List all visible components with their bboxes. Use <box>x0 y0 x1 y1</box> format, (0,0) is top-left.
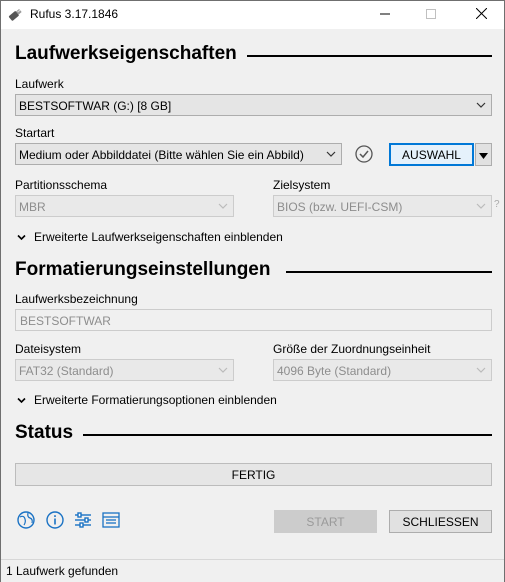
usb-drive-icon <box>7 7 23 23</box>
globe-icon[interactable] <box>16 510 36 530</box>
cluster-size-label: Größe der Zuordnungseinheit <box>273 342 431 356</box>
advanced-format-toggle[interactable]: Erweiterte Formatierungsoptionen einblen… <box>17 393 277 407</box>
minimize-button[interactable] <box>362 1 408 29</box>
info-icon[interactable] <box>45 510 65 530</box>
select-image-button[interactable]: AUSWAHL <box>389 143 474 166</box>
section-divider <box>241 55 492 57</box>
boot-selection-select[interactable]: Medium oder Abbilddatei (Bitte wählen Si… <box>15 143 342 165</box>
caret-down-icon <box>479 148 488 162</box>
chevron-down-icon <box>475 98 487 112</box>
maximize-button[interactable] <box>408 1 454 29</box>
close-button[interactable]: SCHLIESSEN <box>389 510 492 533</box>
target-system-value: BIOS (bzw. UEFI-CSM) <box>277 200 403 214</box>
advanced-drive-toggle[interactable]: Erweiterte Laufwerkseigenschaften einble… <box>17 230 283 244</box>
advanced-drive-label: Erweiterte Laufwerkseigenschaften einble… <box>34 230 283 244</box>
boot-selection-value: Medium oder Abbilddatei (Bitte wählen Si… <box>19 148 304 162</box>
filesystem-value: FAT32 (Standard) <box>19 364 114 378</box>
select-dropdown-button[interactable] <box>475 143 492 166</box>
boot-selection-label: Startart <box>15 126 55 140</box>
filesystem-label: Dateisystem <box>15 342 82 356</box>
volume-label-value: BESTSOFTWAR <box>20 314 111 328</box>
chevron-down-icon <box>17 234 26 240</box>
section-divider <box>286 271 492 273</box>
chevron-down-icon <box>475 363 487 377</box>
minimize-icon <box>380 8 390 22</box>
partition-scheme-label: Partitionsschema <box>15 178 108 192</box>
rufus-window: Rufus 3.17.1846 Laufwerkseigenschaften L… <box>0 0 505 582</box>
chevron-down-icon <box>325 147 337 161</box>
verify-check-icon[interactable] <box>354 144 374 164</box>
chevron-down-icon <box>217 199 229 213</box>
status-heading: Status <box>15 422 84 444</box>
cluster-size-select[interactable]: 4096 Byte (Standard) <box>273 359 492 381</box>
partition-scheme-select[interactable]: MBR <box>15 195 234 217</box>
device-select[interactable]: BESTSOFTWAR (G:) [8 GB] <box>15 94 492 116</box>
settings-sliders-icon[interactable] <box>73 510 93 530</box>
chevron-down-icon <box>475 199 487 213</box>
chevron-down-icon <box>217 363 229 377</box>
target-system-label: Zielsystem <box>273 178 331 192</box>
status-bar-text: 1 Laufwerk gefunden <box>6 564 119 578</box>
close-icon <box>475 7 487 22</box>
log-icon[interactable] <box>101 510 121 530</box>
target-system-select[interactable]: BIOS (bzw. UEFI-CSM) <box>273 195 492 217</box>
volume-label-input[interactable]: BESTSOFTWAR <box>15 309 492 331</box>
title-bar: Rufus 3.17.1846 <box>1 1 504 29</box>
target-help-mark: ? <box>494 199 500 210</box>
maximize-icon <box>426 8 436 22</box>
progress-text: FERTIG <box>231 467 276 482</box>
progress-bar: FERTIG <box>15 463 492 486</box>
device-value: BESTSOFTWAR (G:) [8 GB] <box>19 99 172 113</box>
filesystem-select[interactable]: FAT32 (Standard) <box>15 359 234 381</box>
advanced-format-label: Erweiterte Formatierungsoptionen einblen… <box>34 393 277 407</box>
window-title: Rufus 3.17.1846 <box>30 7 119 21</box>
chevron-down-icon <box>17 397 26 403</box>
drive-properties-heading: Laufwerkseigenschaften <box>15 43 247 65</box>
device-label: Laufwerk <box>15 77 64 91</box>
close-window-button[interactable] <box>458 1 504 29</box>
cluster-size-value: 4096 Byte (Standard) <box>277 364 392 378</box>
section-divider <box>83 434 492 436</box>
partition-scheme-value: MBR <box>19 200 46 214</box>
start-button[interactable]: START <box>274 510 377 533</box>
volume-label-label: Laufwerksbezeichnung <box>15 292 138 306</box>
status-bar: 1 Laufwerk gefunden <box>1 559 504 582</box>
format-options-heading: Formatierungseinstellungen <box>15 259 281 281</box>
